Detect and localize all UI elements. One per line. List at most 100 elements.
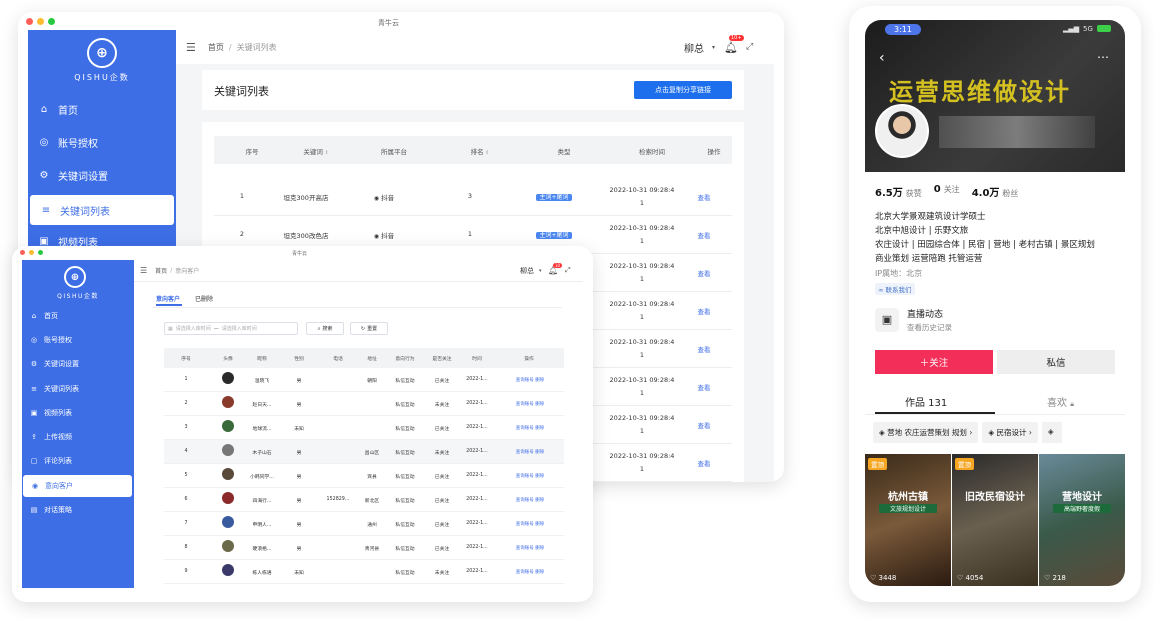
video-thumbnail[interactable]: 营地设计 高端野奢度假 ♡ 218 xyxy=(1039,454,1125,586)
query-account-link[interactable]: 查询账号 xyxy=(516,498,534,503)
column-header-label: 关键词 xyxy=(303,148,323,156)
bell-icon[interactable]: 🔔︎ xyxy=(724,41,738,54)
query-account-link[interactable]: 查询账号 xyxy=(516,570,534,575)
fullscreen-icon[interactable]: ⤢ xyxy=(746,42,753,52)
minimize-dot[interactable] xyxy=(29,250,34,255)
column-header[interactable]: 排名 ⇕ xyxy=(450,146,510,156)
query-account-link[interactable]: 查询账号 xyxy=(516,402,534,407)
back-icon[interactable]: ‹ xyxy=(879,50,885,66)
view-link[interactable]: 查看 xyxy=(689,192,719,202)
cell-nick: 小韩同学... xyxy=(250,475,274,480)
chevron-down-icon[interactable]: ▾ xyxy=(712,44,715,51)
tab-works[interactable]: 作品 131 xyxy=(905,394,947,409)
contact-link[interactable]: ∞ 联系我们 xyxy=(875,283,915,295)
cell-no: 4 xyxy=(184,449,188,454)
cell-no: 8 xyxy=(184,545,188,550)
query-account-link[interactable]: 查询账号 xyxy=(516,522,534,527)
view-link[interactable]: 查看 xyxy=(689,382,719,392)
video-title: 旧改民宿设计 xyxy=(965,492,1025,503)
home-icon: ⌂ xyxy=(31,312,37,320)
live-entry[interactable]: ▣ 直播动态 查看历史记录 xyxy=(875,306,1115,340)
menu-item-shield[interactable]: ◎ 账号授权 xyxy=(28,129,176,155)
query-account-link[interactable]: 查询账号 xyxy=(516,450,534,455)
video-thumbnail[interactable]: 置顶 旧改民宿设计 ♡ 4054 xyxy=(952,454,1038,586)
search-button[interactable]: ⌕ 搜索 xyxy=(306,322,344,335)
view-link[interactable]: 查看 xyxy=(689,268,719,278)
menu-item-list[interactable]: ≡ 关键词列表 xyxy=(30,195,174,225)
column-header: 检索时间 xyxy=(622,146,682,156)
close-dot[interactable] xyxy=(20,250,25,255)
delete-link[interactable]: 删除 xyxy=(535,546,544,551)
table-row: 7 申明人... 男通州 私信互动 已关注 2022-1... 查询账号 删除 xyxy=(164,512,564,536)
breadcrumb-home[interactable]: 首页 xyxy=(208,42,224,53)
chevron-down-icon[interactable]: ▾ xyxy=(539,268,542,274)
stat-0[interactable]: 6.5万 获赞 xyxy=(875,184,922,199)
query-account-link[interactable]: 查询账号 xyxy=(516,474,534,479)
follow-button[interactable]: ＋关注 xyxy=(875,350,993,374)
message-button[interactable]: 私信 xyxy=(997,350,1115,374)
delete-link[interactable]: 删除 xyxy=(535,570,544,575)
view-link[interactable]: 查看 xyxy=(689,344,719,354)
reset-button[interactable]: ↻ 重置 xyxy=(350,322,388,335)
video-thumbnail[interactable]: 置顶 杭州古镇 文旅规划设计 ♡ 3448 xyxy=(865,454,951,586)
user-name[interactable]: 柳总 xyxy=(520,266,534,276)
collection-chip[interactable]: ◈ 民宿设计 › xyxy=(982,422,1038,443)
maximize-dot[interactable] xyxy=(48,18,55,25)
view-link[interactable]: 查看 xyxy=(689,420,719,430)
collection-chip[interactable]: ◈ xyxy=(1041,422,1062,443)
view-link[interactable]: 查看 xyxy=(689,230,719,240)
delete-link[interactable]: 删除 xyxy=(535,498,544,503)
menu-item-video[interactable]: ▣ 视频列表 xyxy=(22,403,134,423)
close-dot[interactable] xyxy=(26,18,33,25)
menu-item-gear[interactable]: ⚙ 关键词设置 xyxy=(28,162,176,188)
menu-item-label: 关键词设置 xyxy=(58,171,108,183)
collapse-icon[interactable]: ☰ xyxy=(140,266,147,275)
more-icon[interactable]: ⋯ xyxy=(1097,50,1109,64)
stat-2[interactable]: 4.0万 粉丝 xyxy=(972,184,1019,199)
sort-icon[interactable]: ⇕ xyxy=(484,150,489,156)
query-account-link[interactable]: 查询账号 xyxy=(516,378,534,383)
tab-deleted[interactable]: 已删除 xyxy=(195,294,213,303)
collapse-icon[interactable]: ☰ xyxy=(186,41,196,54)
delete-link[interactable]: 删除 xyxy=(535,450,544,455)
ip-location: IP属地：北京 xyxy=(875,269,923,278)
column-header[interactable]: 关键词 ⇕ xyxy=(286,146,346,156)
copy-share-link-button[interactable]: 点击复制分享链接 xyxy=(634,81,732,99)
date-range-input[interactable]: ▦ 请选择入库时间 — 请选择入库时间 xyxy=(164,322,298,335)
delete-link[interactable]: 删除 xyxy=(535,474,544,479)
minimize-dot[interactable] xyxy=(37,18,44,25)
avatar[interactable] xyxy=(875,104,929,158)
maximize-dot[interactable] xyxy=(38,250,43,255)
menu-item-upload[interactable]: ⇪ 上传视频 xyxy=(22,427,134,447)
view-link[interactable]: 查看 xyxy=(689,458,719,468)
sort-icon[interactable]: ⇕ xyxy=(323,150,328,156)
tab-customers[interactable]: 意向客户 xyxy=(156,294,180,303)
video-grid: 置顶 杭州古镇 文旅规划设计 ♡ 3448 置顶 旧改民宿设计 ♡ 4054 营地设计 高端野奢… xyxy=(865,454,1125,586)
avatar xyxy=(222,516,234,528)
menu-item-customer[interactable]: ◉ 意向客户 xyxy=(23,475,132,498)
menu-item-home[interactable]: ⌂ 首页 xyxy=(22,306,134,326)
menu-item-gear[interactable]: ⚙ 关键词设置 xyxy=(22,354,134,374)
user-name[interactable]: 柳总 xyxy=(684,40,704,55)
tab-likes[interactable]: 喜欢 🔒︎ xyxy=(1047,394,1074,409)
delete-link[interactable]: 删除 xyxy=(535,522,544,527)
collection-chip[interactable]: ◈ 营地 农庄运营策划 规划 › xyxy=(873,422,979,443)
menu-item-comment[interactable]: ▢ 评论列表 xyxy=(22,451,134,471)
laptop-sidebar: ⊕ QISHU企数 ⌂ 首页 ◎ 账号授权 ⚙ 关键词设置 ≡ 关键词列表 ▣ 视频列表 xyxy=(28,30,176,260)
menu-item-home[interactable]: ⌂ 首页 xyxy=(28,96,176,122)
menu-item-list[interactable]: ≡ 关键词列表 xyxy=(22,379,134,399)
delete-link[interactable]: 删除 xyxy=(535,426,544,431)
cell-time: 2022-10-31 09:28:4 xyxy=(609,376,675,384)
cell-follow: 已关注 xyxy=(434,475,450,480)
delete-link[interactable]: 删除 xyxy=(535,402,544,407)
view-link[interactable]: 查看 xyxy=(689,306,719,316)
menu-item-chat[interactable]: ▤ 对话策略 xyxy=(22,500,134,520)
cell-time: 2022-10-31 09:28:4 xyxy=(609,452,675,460)
stat-1[interactable]: 0 关注 xyxy=(934,184,960,199)
delete-link[interactable]: 删除 xyxy=(535,378,544,383)
query-account-link[interactable]: 查询账号 xyxy=(516,546,534,551)
menu-item-shield[interactable]: ◎ 账号授权 xyxy=(22,330,134,350)
query-account-link[interactable]: 查询账号 xyxy=(516,426,534,431)
breadcrumb-home[interactable]: 首页 xyxy=(155,266,167,275)
fullscreen-icon[interactable]: ⤢ xyxy=(565,266,571,275)
